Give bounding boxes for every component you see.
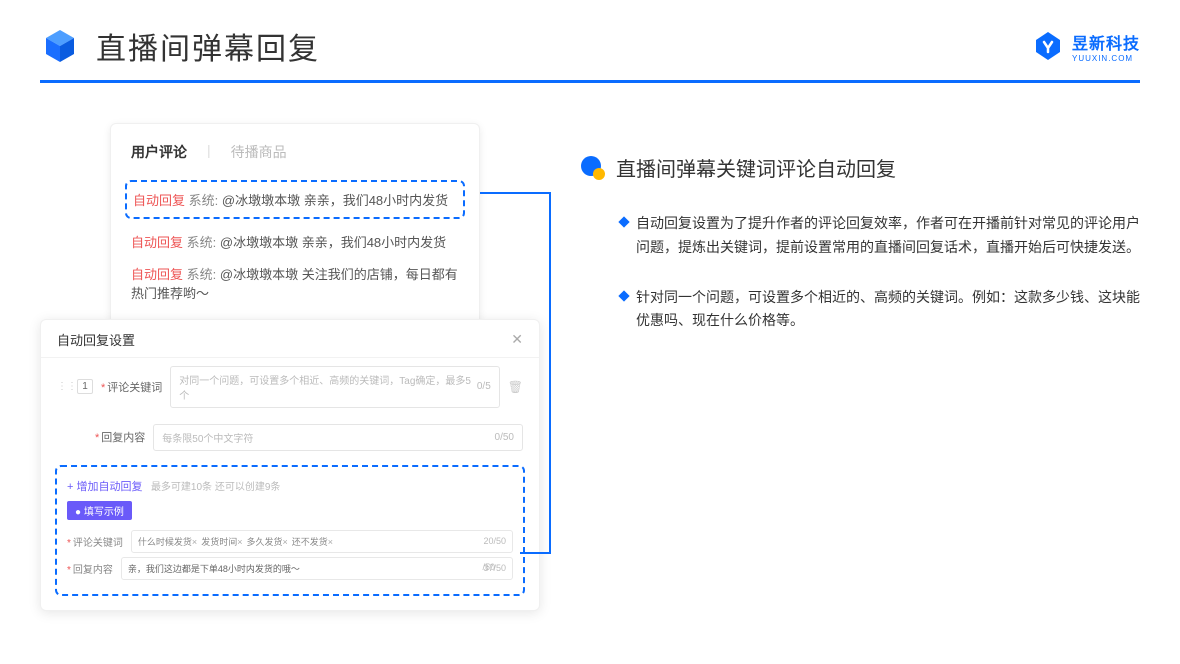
example-content-input[interactable]: 亲，我们这边都是下单48小时内发货的哦～ 37/50: [121, 557, 513, 580]
close-icon[interactable]: ✕: [511, 331, 523, 348]
tag-chip: 发货时间×: [201, 535, 242, 548]
content-count: 0/50: [495, 432, 514, 443]
bullet-1: 自动回复设置为了提升作者的评论回复效率，作者可在开播前针对常见的评论用户问题，提…: [580, 212, 1140, 260]
reply-line-2: 自动回复 系统: @冰墩墩本墩 亲亲，我们48小时内发货: [111, 227, 479, 259]
keyword-label: 评论关键词: [107, 382, 162, 394]
highlighted-reply: 自动回复 系统: @冰墩墩本墩 亲亲，我们48小时内发货: [125, 180, 465, 219]
tab-pending-products[interactable]: 待播商品: [231, 142, 287, 162]
settings-title: 自动回复设置: [57, 330, 135, 349]
outer-count: /50: [482, 562, 495, 572]
brand-url: YUUXIN.COM: [1072, 54, 1140, 63]
example-keyword-input[interactable]: 什么时候发货× 发货时间× 多久发货× 还不发货× 20/50: [131, 530, 513, 553]
example-section: + 增加自动回复 最多可建10条 还可以创建9条 ● 填写示例 *评论关键词 什…: [55, 465, 525, 596]
reply-tag: 自动回复: [133, 193, 185, 208]
bullet-2: 针对同一个问题，可设置多个相近的、高频的关键词。例如：这款多少钱、这块能优惠吗、…: [580, 286, 1140, 334]
keyword-input[interactable]: 对同一个问题，可设置多个相近、高频的关键词，Tag确定，最多5个 0/5: [170, 366, 499, 408]
reply-text: @冰墩墩本墩 亲亲，我们48小时内发货: [222, 193, 448, 208]
chat-bubble-icon: [580, 155, 606, 181]
reply-line-3: 自动回复 系统: @冰墩墩本墩 关注我们的店铺，每日都有热门推荐哟～: [111, 259, 479, 310]
add-reply-button[interactable]: + 增加自动回复: [67, 481, 142, 493]
diamond-icon: [618, 216, 629, 227]
reply-system: 系统:: [189, 193, 219, 208]
page-title: 直播间弹幕回复: [96, 24, 320, 68]
example-badge: ● 填写示例: [67, 501, 132, 520]
brand-name: 昱新科技: [1072, 30, 1140, 54]
content-input[interactable]: 每条限50个中文字符 0/50: [153, 424, 523, 451]
tag-chip: 还不发货×: [292, 535, 333, 548]
delete-icon[interactable]: 🗑: [508, 380, 523, 394]
row-number: 1: [77, 379, 93, 394]
tag-chip: 什么时候发货×: [138, 535, 197, 548]
tag-chip: 多久发货×: [246, 535, 287, 548]
section-title: 直播间弹幕关键词评论自动回复: [616, 153, 896, 182]
add-hint: 最多可建10条 还可以创建9条: [151, 482, 280, 493]
drag-handle-icon[interactable]: ⋮⋮: [57, 381, 69, 392]
content-label: 回复内容: [101, 432, 145, 444]
brand-logo-icon: [1032, 30, 1064, 62]
tab-divider: |: [207, 142, 211, 162]
tab-user-comments[interactable]: 用户评论: [131, 142, 187, 162]
auto-reply-settings-card: 自动回复设置 ✕ ⋮⋮ 1 *评论关键词 对同一个问题，可设置多个相近、高频的关…: [40, 319, 540, 611]
comments-card: 用户评论 | 待播商品 自动回复 系统: @冰墩墩本墩 亲亲，我们48小时内发货…: [110, 123, 480, 329]
cube-icon: [40, 26, 80, 66]
keyword-count: 0/5: [477, 381, 491, 392]
brand-logo-area: 昱新科技 YUUXIN.COM: [1032, 30, 1140, 63]
example-kw-count: 20/50: [483, 536, 506, 546]
diamond-icon: [618, 290, 629, 301]
